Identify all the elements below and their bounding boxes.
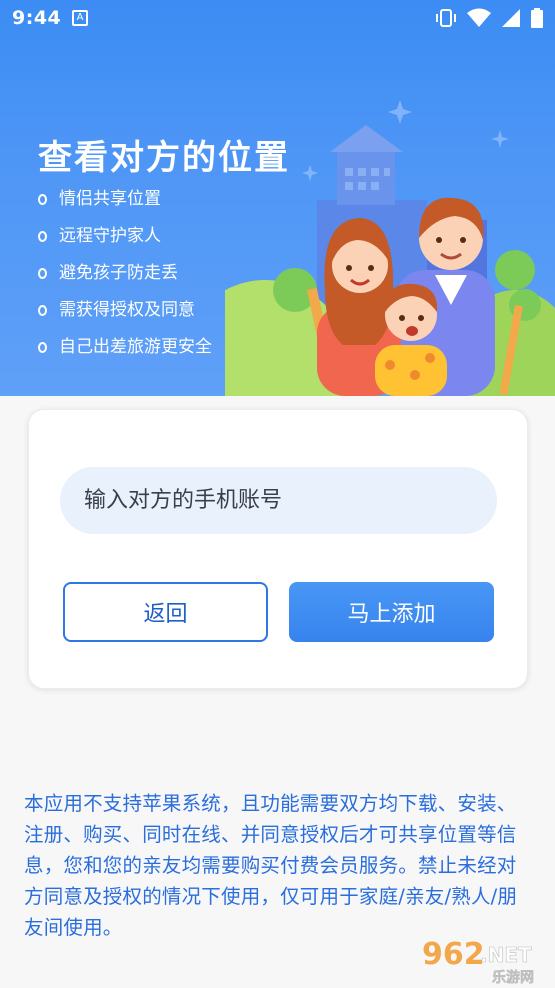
status-time: 9:44 <box>12 7 62 29</box>
bullet-icon <box>38 194 47 205</box>
feature-text: 需获得授权及同意 <box>59 300 195 320</box>
bullet-icon <box>38 268 47 279</box>
hero-banner: 9:44 A 查看对方的位置 情侣共享位置 远程守护家人 避免孩子防走丢 需获得… <box>0 0 555 396</box>
signal-icon <box>502 9 520 27</box>
feature-item: 自己出差旅游更安全 <box>38 334 212 371</box>
add-now-button[interactable]: 马上添加 <box>289 582 494 642</box>
watermark-suffix: .NET <box>480 943 532 967</box>
feature-item: 避免孩子防走丢 <box>38 260 212 297</box>
wifi-icon <box>467 8 491 27</box>
feature-text: 情侣共享位置 <box>59 189 161 209</box>
feature-item: 需获得授权及同意 <box>38 297 212 334</box>
status-icons <box>435 8 543 28</box>
watermark-logo: 962 .NET 乐游网 <box>422 937 534 984</box>
feature-text: 远程守护家人 <box>59 226 161 246</box>
feature-item: 远程守护家人 <box>38 223 212 260</box>
notice-text: 本应用不支持苹果系统，且功能需要双方均下载、安装、注册、购买、同时在线、并同意授… <box>24 792 518 939</box>
feature-item: 情侣共享位置 <box>38 186 212 223</box>
feature-list: 情侣共享位置 远程守护家人 避免孩子防走丢 需获得授权及同意 自己出差旅游更安全 <box>38 186 212 371</box>
watermark-number: 962 <box>422 937 485 972</box>
bullet-icon <box>38 342 47 353</box>
family-illustration <box>225 100 555 396</box>
feature-text: 自己出差旅游更安全 <box>59 337 212 357</box>
status-bar: 9:44 A <box>0 0 555 36</box>
bullet-icon <box>38 305 47 316</box>
vibrate-icon <box>436 9 456 27</box>
watermark-site: 乐游网 <box>492 969 534 984</box>
feature-text: 避免孩子防走丢 <box>59 263 178 283</box>
phone-account-input[interactable] <box>60 467 497 534</box>
battery-icon <box>531 8 543 28</box>
notification-a-icon: A <box>72 10 88 26</box>
bullet-icon <box>38 231 47 242</box>
app-screen: 9:44 A 查看对方的位置 情侣共享位置 远程守护家人 避免孩子防走丢 需获得… <box>0 0 555 988</box>
back-button[interactable]: 返回 <box>63 582 268 642</box>
add-contact-card: 返回 马上添加 <box>28 409 528 689</box>
